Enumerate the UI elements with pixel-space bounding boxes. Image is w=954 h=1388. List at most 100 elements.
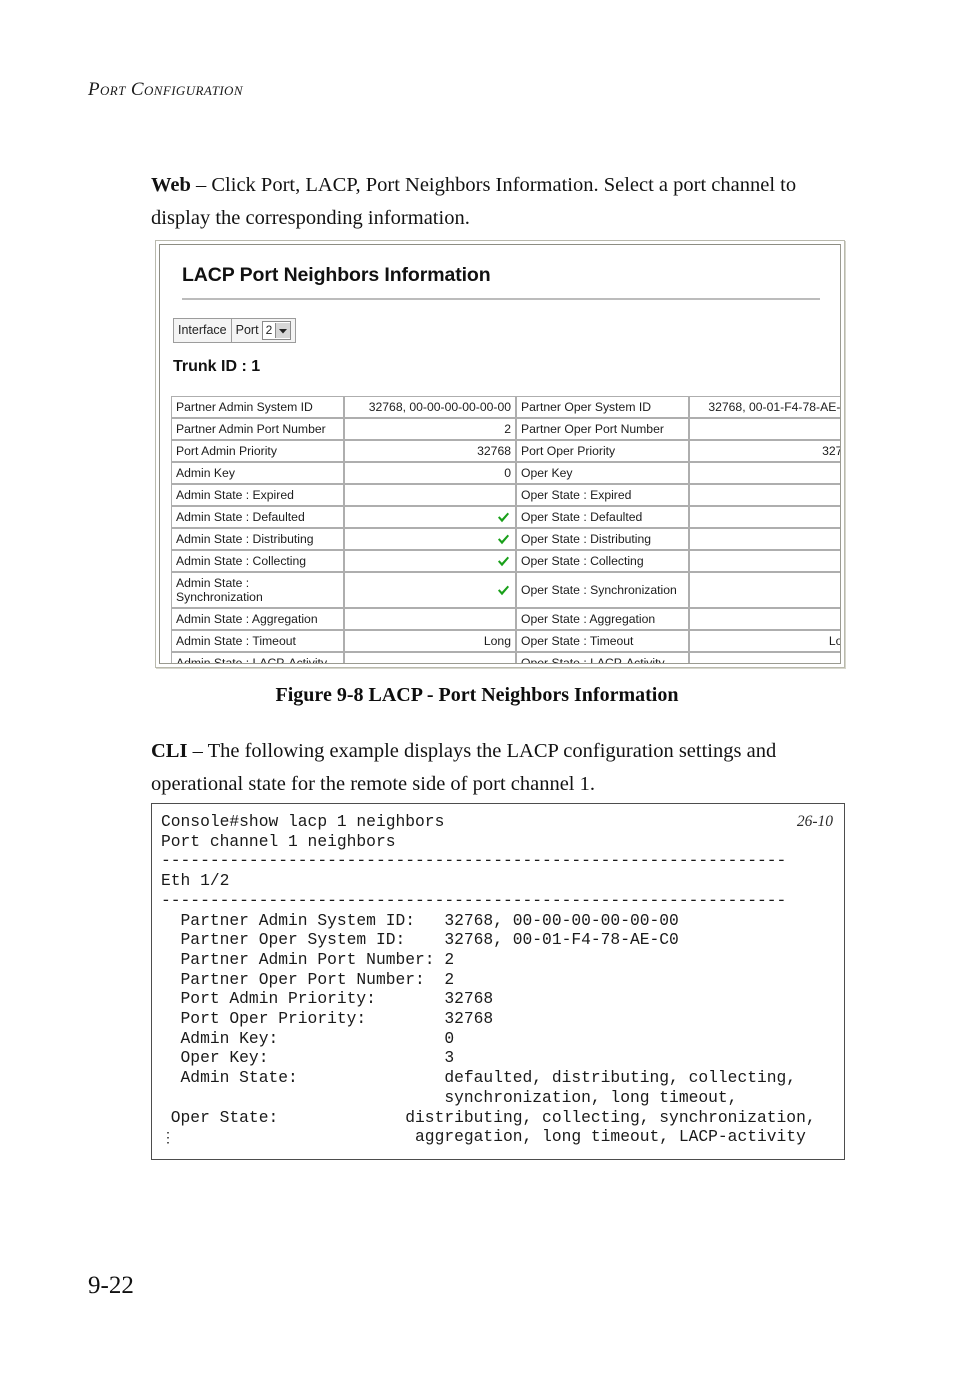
oper-label-cell: Oper Key: [516, 462, 689, 484]
oper-value-cell: Long: [689, 630, 840, 652]
lacp-neighbors-table-body: Partner Admin System ID 32768, 00-00-00-0…: [171, 396, 840, 663]
cli-line: Admin State: defaulted, distributing, co…: [161, 1068, 797, 1088]
cli-line: Partner Admin System ID: 32768, 00-00-00…: [161, 910, 679, 930]
cli-line: synchronization, long timeout,: [161, 1087, 738, 1107]
green-check-icon: [497, 512, 510, 523]
admin-label-cell: Partner Admin Port Number: [171, 418, 344, 440]
cli-cross-reference: 26-10: [796, 813, 833, 830]
cli-line: Oper State: distributing, collecting, sy…: [161, 1107, 816, 1127]
oper-label-cell: Port Oper Priority: [516, 440, 689, 462]
interface-selector[interactable]: Interface Port 2: [173, 318, 297, 343]
cli-line: ----------------------------------------…: [161, 890, 787, 910]
oper-value-cell: [689, 652, 840, 663]
oper-label-cell: Oper State : Distributing: [516, 528, 689, 550]
admin-label-cell: Admin State : Collecting: [171, 550, 344, 572]
admin-label-cell: Admin State : Aggregation: [171, 608, 344, 630]
admin-label-cell: Admin Key: [171, 462, 344, 484]
port-select-value: 2: [265, 323, 273, 337]
oper-value-cell: [689, 572, 840, 608]
cli-lead-in: CLI: [151, 740, 188, 762]
admin-value-cell: [344, 528, 516, 550]
web-instruction-paragraph: Web – Click Port, LACP, Port Neighbors I…: [151, 169, 811, 235]
interface-label: Interface: [174, 319, 232, 342]
oper-value-cell: [689, 484, 840, 506]
admin-label-cell: Admin State : LACP-Activity: [171, 652, 344, 663]
cli-line: Port channel 1 neighbors: [161, 831, 396, 851]
admin-label-cell: Admin State : Timeout: [171, 630, 344, 652]
page-number: 9-22: [88, 1272, 134, 1299]
panel-title: LACP Port Neighbors Information: [182, 264, 491, 286]
cli-line: Oper Key: 3: [161, 1048, 455, 1068]
admin-value-cell: [344, 652, 516, 663]
cli-instruction-paragraph: CLI – The following example displays the…: [151, 735, 811, 801]
web-instruction-text: Click Port, LACP, Port Neighbors Informa…: [151, 174, 797, 229]
oper-label-cell: Oper State : Timeout: [516, 630, 689, 652]
green-check-icon: [497, 556, 510, 567]
admin-value-cell: [344, 608, 516, 630]
admin-label-cell: Admin State : Expired: [171, 484, 344, 506]
oper-value-cell: 32768: [689, 440, 840, 462]
admin-value-cell: [344, 506, 516, 528]
admin-label-cell: Port Admin Priority: [171, 440, 344, 462]
oper-label-cell: Partner Oper Port Number: [516, 418, 689, 440]
figure-caption: Figure 9-8 LACP - Port Neighbors Informa…: [275, 684, 679, 706]
cli-line: Partner Oper Port Number: 2: [161, 969, 455, 989]
admin-value-cell: [344, 550, 516, 572]
admin-label-cell: Admin State : Distributing: [171, 528, 344, 550]
admin-value-cell: 2: [344, 418, 516, 440]
oper-value-cell: [689, 528, 840, 550]
table-row: Admin State : Synchronization Oper State …: [171, 572, 840, 608]
oper-label-cell: Oper State : Synchronization: [516, 572, 689, 608]
table-row: Admin State : Collecting Oper State : Col…: [171, 550, 840, 572]
table-row: Port Admin Priority 32768 Port Oper Priori…: [171, 440, 840, 462]
oper-value-cell: [689, 608, 840, 630]
oper-value-cell: 32768, 00-01-F4-78-AE-C0: [689, 396, 840, 418]
trunk-id-label: Trunk ID : 1: [173, 358, 261, 375]
admin-value-cell: 32768: [344, 440, 516, 462]
oper-label-cell: Oper State : Defaulted: [516, 506, 689, 528]
admin-label-cell: Admin State : Synchronization: [171, 572, 344, 608]
table-row: Partner Admin Port Number 2 Partner Oper P…: [171, 418, 840, 440]
cli-dash: –: [187, 740, 208, 762]
cli-line: Port Oper Priority: 32768: [161, 1009, 494, 1029]
figure-lacp-port-neighbors-screenshot: LACP Port Neighbors Information Interfac…: [155, 240, 845, 668]
cli-line: Admin Key: 0: [161, 1028, 455, 1048]
oper-label-cell: Oper State : Expired: [516, 484, 689, 506]
oper-value-cell: 2: [689, 418, 840, 440]
table-row: Admin State : Aggregation Oper State : Ag…: [171, 608, 840, 630]
table-row: Partner Admin System ID 32768, 00-00-00-0…: [171, 396, 840, 418]
running-header: Port Configuration: [88, 79, 243, 100]
port-select[interactable]: 2: [261, 321, 292, 340]
cli-line: Partner Oper System ID: 32768, 00-01-F4-…: [161, 930, 679, 950]
admin-value-cell: [344, 484, 516, 506]
oper-value-cell: [689, 550, 840, 572]
panel-title-divider: [182, 298, 820, 300]
oper-label-cell: Oper State : LACP-Activity: [516, 652, 689, 663]
lacp-neighbors-table: Partner Admin System ID 32768, 00-00-00-0…: [171, 396, 840, 663]
cli-line: Partner Admin Port Number: 2: [161, 949, 455, 969]
cli-instruction-text: The following example displays the LACP …: [151, 740, 777, 795]
admin-label-cell: Partner Admin System ID: [171, 396, 344, 418]
admin-value-cell: Long: [344, 630, 516, 652]
web-lead-in: Web: [151, 174, 191, 196]
admin-label-cell: Admin State : Defaulted: [171, 506, 344, 528]
table-row: Admin State : Timeout Long Oper State : Ti…: [171, 630, 840, 652]
cli-line: Console#show lacp 1 neighbors 26-10: [161, 812, 833, 831]
table-row: Admin State : Expired Oper State : Expire…: [171, 484, 840, 506]
oper-label-cell: Oper State : Aggregation: [516, 608, 689, 630]
admin-value-cell: 32768, 00-00-00-00-00-00: [344, 396, 516, 418]
cli-truncation-ellipsis: ⋮: [161, 1130, 175, 1147]
admin-value-cell: 0: [344, 462, 516, 484]
oper-value-cell: 3: [689, 462, 840, 484]
table-row: Admin State : Defaulted Oper State : Defa…: [171, 506, 840, 528]
cli-console-output: Console#show lacp 1 neighbors 26-10 Port c…: [151, 803, 845, 1160]
table-row: Admin State : LACP-Activity Oper State : …: [171, 652, 840, 663]
green-check-icon: [497, 534, 510, 545]
admin-value-cell: [344, 572, 516, 608]
cli-line: ----------------------------------------…: [161, 851, 787, 871]
oper-value-cell: [689, 506, 840, 528]
table-row: Admin Key0Oper Key3: [171, 462, 840, 484]
web-dash: –: [190, 174, 212, 196]
interface-port-group[interactable]: Port 2: [231, 319, 296, 342]
chevron-down-icon[interactable]: [275, 323, 291, 338]
